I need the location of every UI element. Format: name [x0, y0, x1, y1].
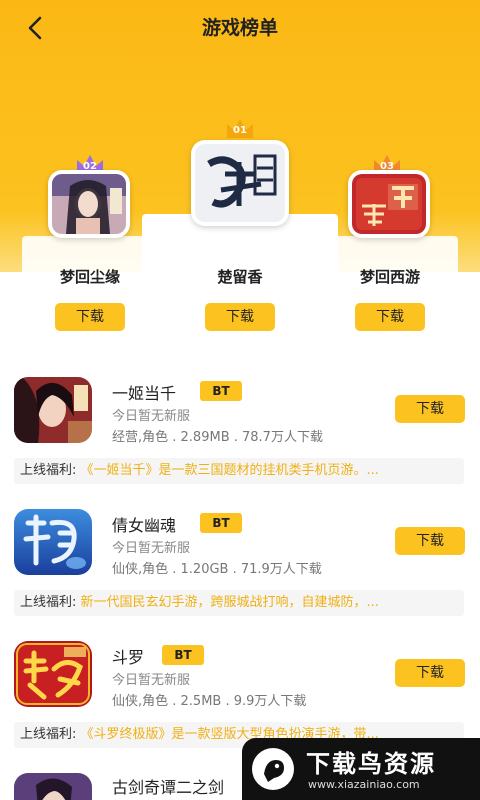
game-meta: 经营,角色 . 2.89MB . 78.7万人下载 — [112, 430, 323, 445]
game-name: 斗罗 — [112, 648, 145, 667]
bt-badge: BT — [200, 513, 242, 533]
game-art-mengchenyuan — [52, 174, 126, 234]
launch-benefit: 上线福利: 《一姬当千》是一款三国题材的挂机类手机页游。... — [14, 458, 464, 484]
benefit-label: 上线福利: — [20, 727, 77, 742]
rank-number: 01 — [233, 125, 247, 136]
server-status: 今日暂无新服 — [112, 541, 191, 556]
game-name: 倩女幽魂 — [112, 516, 177, 535]
watermark-banner: 下载鸟资源 www.xiazainiao.com — [242, 738, 480, 800]
game-icon[interactable] — [14, 641, 92, 707]
rank-name-third: 梦回西游 — [359, 268, 420, 286]
server-status: 今日暂无新服 — [112, 409, 191, 424]
game-name: 一姬当千 — [112, 384, 177, 403]
download-button-first[interactable]: 下载 — [205, 303, 275, 331]
game-art-qiannvyouhun — [14, 509, 92, 575]
rank-game-icon-second[interactable] — [48, 170, 130, 238]
download-button[interactable]: 下载 — [395, 527, 465, 555]
launch-benefit: 上线福利: 新一代国民玄幻手游，跨服城战打响，自建城防，... — [14, 590, 464, 616]
game-name: 古剑奇谭二之剑 — [112, 778, 225, 797]
rank-name-second: 梦回尘缘 — [59, 268, 120, 286]
game-icon[interactable] — [14, 509, 92, 575]
game-icon[interactable] — [14, 377, 92, 443]
download-button[interactable]: 下载 — [395, 395, 465, 423]
download-button-second[interactable]: 下载 — [55, 303, 125, 331]
page-title: 游戏榜单 — [201, 17, 278, 39]
rank-name-first: 楚留香 — [217, 268, 263, 286]
benefit-text: 《一姬当千》是一款三国题材的挂机类手机页游。... — [80, 463, 379, 478]
list-item[interactable]: 一姬当千 BT 今日暂无新服 经营,角色 . 2.89MB . 78.7万人下载… — [0, 374, 480, 492]
bird-icon — [253, 749, 293, 789]
rank-badge-first: 01 — [225, 116, 255, 140]
download-button-third[interactable]: 下载 — [355, 303, 425, 331]
game-art-yijidangqian — [14, 377, 92, 443]
bird-logo-icon — [252, 748, 294, 790]
game-art-chuliuxiang — [195, 144, 285, 222]
game-meta: 仙侠,角色 . 1.20GB . 71.9万人下载 — [112, 562, 322, 577]
bt-badge: BT — [200, 381, 242, 401]
game-icon[interactable] — [14, 773, 92, 800]
benefit-label: 上线福利: — [20, 595, 77, 610]
benefit-text: 新一代国民玄幻手游，跨服城战打响，自建城防，... — [80, 595, 379, 610]
list-item[interactable]: 倩女幽魂 BT 今日暂无新服 仙侠,角色 . 1.20GB . 71.9万人下载… — [0, 506, 480, 624]
game-art-menghuixiyou — [352, 174, 426, 234]
rank-game-icon-first[interactable] — [191, 140, 289, 226]
game-meta: 仙侠,角色 . 2.5MB . 9.9万人下载 — [112, 694, 307, 709]
server-status: 今日暂无新服 — [112, 673, 191, 688]
download-button[interactable]: 下载 — [395, 659, 465, 687]
bt-badge: BT — [162, 645, 204, 665]
rank-game-icon-third[interactable] — [348, 170, 430, 238]
game-art-douluo — [14, 641, 92, 707]
game-art-gujianqitan — [14, 773, 92, 800]
watermark-brand: 下载鸟资源 — [306, 750, 436, 778]
benefit-label: 上线福利: — [20, 463, 77, 478]
watermark-url: www.xiazainiao.com — [308, 778, 420, 791]
